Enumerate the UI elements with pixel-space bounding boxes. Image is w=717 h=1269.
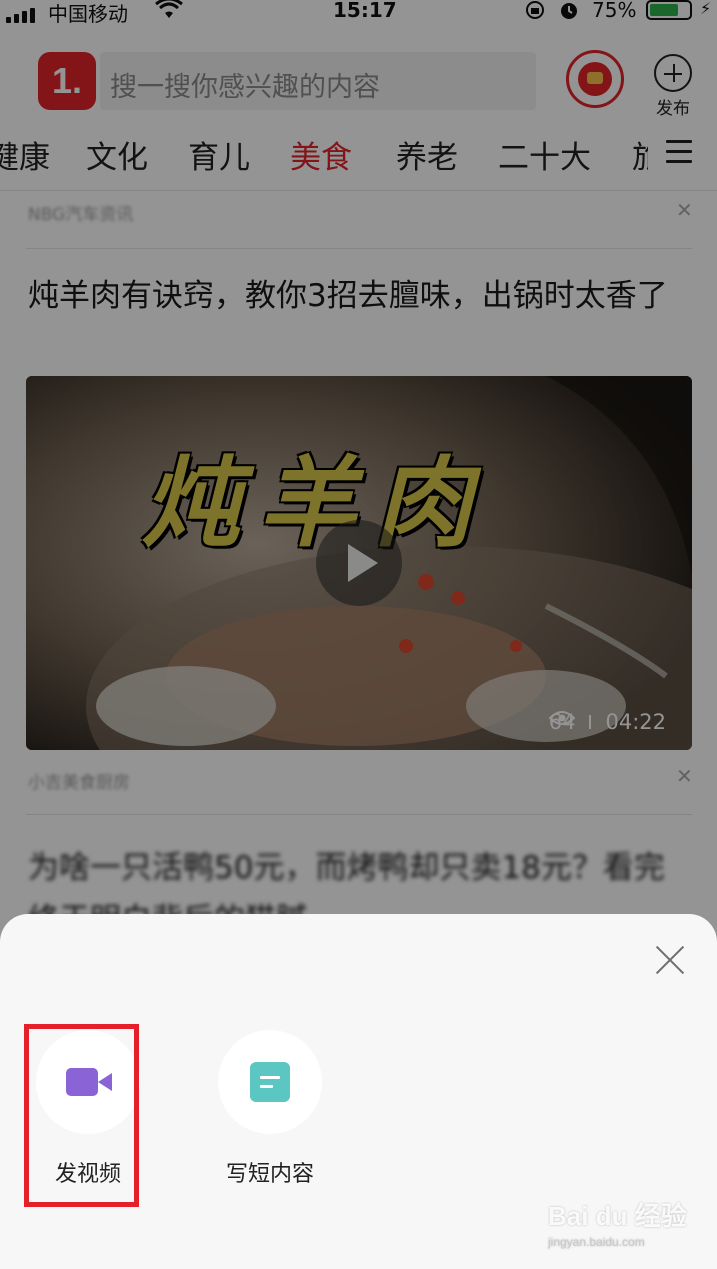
write-short-post-button[interactable]: 写短内容 (218, 1030, 322, 1188)
watermark-url: jingyan.baidu.com (548, 1235, 645, 1249)
document-icon (250, 1062, 290, 1102)
close-icon[interactable] (654, 944, 686, 976)
watermark-brand: Bai du 经验 (548, 1201, 687, 1231)
highlight-box (24, 1024, 139, 1207)
write-short-post-label: 写短内容 (225, 1162, 314, 1187)
baidu-jingyan-watermark: Bai du 经验 jingyan.baidu.com (548, 1196, 687, 1249)
write-button-circle[interactable] (218, 1030, 322, 1134)
